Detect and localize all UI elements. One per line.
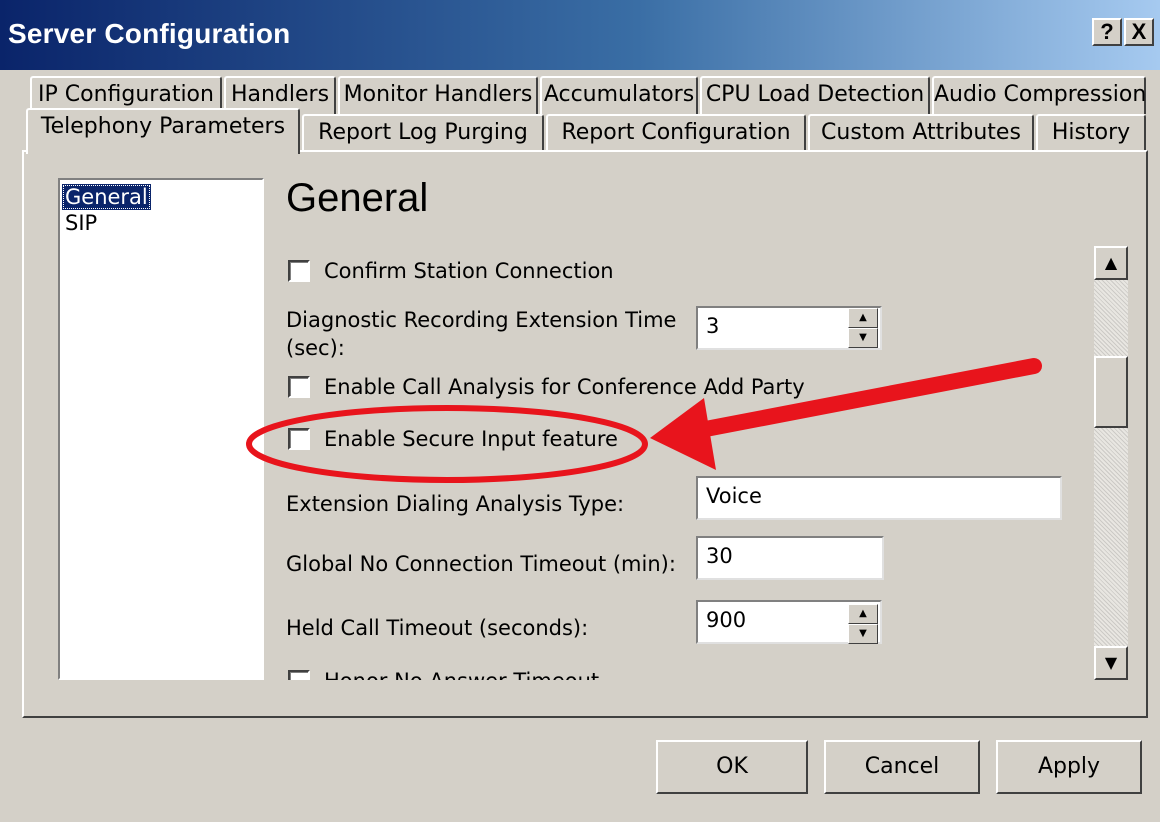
secure-input-label: Enable Secure Input feature	[324, 427, 618, 451]
tab-report-configuration[interactable]: Report Configuration	[546, 114, 806, 152]
extension-dialing-label: Extension Dialing Analysis Type:	[286, 492, 625, 516]
diagnostic-recording-label: Diagnostic Recording Extension Time	[286, 308, 677, 332]
tab-report-log-purging[interactable]: Report Log Purging	[302, 114, 544, 152]
down-arrow-icon[interactable]: ▼	[1094, 646, 1128, 680]
close-button[interactable]: X	[1124, 18, 1154, 46]
section-title: General	[286, 176, 429, 220]
tab-history[interactable]: History	[1036, 114, 1146, 152]
secure-input-checkbox[interactable]	[288, 428, 310, 450]
category-list[interactable]: General SIP	[58, 178, 264, 680]
spin-up-icon[interactable]: ▲	[848, 308, 878, 328]
global-no-connection-input[interactable]: 30	[696, 536, 884, 580]
spin-down-icon[interactable]: ▼	[848, 624, 878, 644]
window-title: Server Configuration	[8, 18, 291, 49]
call-analysis-conference-label: Enable Call Analysis for Conference Add …	[324, 375, 805, 399]
scrollbar-thumb[interactable]	[1094, 356, 1128, 428]
tab-cpu-load-detection[interactable]: CPU Load Detection	[700, 76, 930, 114]
honor-no-answer-label: Honor No Answer Timeout	[324, 667, 599, 680]
tab-accumulators[interactable]: Accumulators	[540, 76, 698, 114]
honor-no-answer-row: Honor No Answer Timeout	[284, 666, 984, 680]
call-analysis-conference-checkbox[interactable]	[288, 376, 310, 398]
global-no-connection-label: Global No Connection Timeout (min):	[286, 552, 676, 576]
spin-down-icon[interactable]: ▼	[848, 328, 878, 348]
nav-item-sip[interactable]: SIP	[62, 210, 100, 236]
spin-up-icon[interactable]: ▲	[848, 604, 878, 624]
title-bar: Server Configuration ? X	[0, 0, 1160, 70]
tab-custom-attributes[interactable]: Custom Attributes	[808, 114, 1034, 152]
vertical-scrollbar[interactable]	[1094, 246, 1128, 680]
tab-audio-compression[interactable]: Audio Compression	[932, 76, 1146, 114]
help-button[interactable]: ?	[1092, 18, 1122, 46]
confirm-station-connection-checkbox[interactable]	[288, 260, 310, 282]
confirm-station-connection-label: Confirm Station Connection	[324, 259, 614, 283]
apply-button[interactable]: Apply	[996, 740, 1142, 794]
diagnostic-recording-label-unit: (sec):	[286, 336, 345, 360]
tab-telephony-parameters[interactable]: Telephony Parameters	[26, 108, 300, 154]
honor-no-answer-checkbox[interactable]	[288, 670, 310, 680]
ok-button[interactable]: OK	[656, 740, 808, 794]
tab-monitor-handlers[interactable]: Monitor Handlers	[338, 76, 538, 114]
extension-dialing-input[interactable]: Voice	[696, 476, 1062, 520]
up-arrow-icon[interactable]: ▲	[1094, 246, 1128, 280]
cancel-button[interactable]: Cancel	[824, 740, 980, 794]
held-call-timeout-label: Held Call Timeout (seconds):	[286, 616, 589, 640]
nav-item-general[interactable]: General	[62, 184, 151, 210]
